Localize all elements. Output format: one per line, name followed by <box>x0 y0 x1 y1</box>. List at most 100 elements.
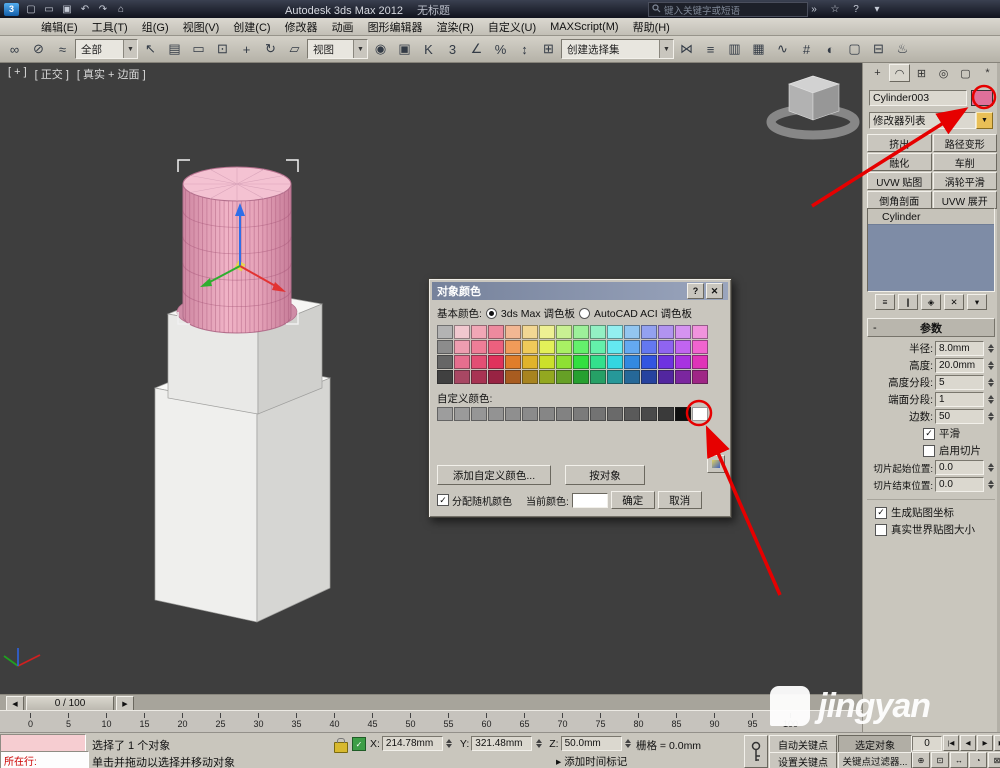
palette-swatch-12[interactable] <box>641 325 657 339</box>
save-file-icon[interactable]: ▣ <box>59 2 75 16</box>
pan-icon[interactable]: ↔ <box>950 752 968 768</box>
reference-coordinate-dropdown-arrow-icon[interactable]: ▼ <box>353 40 367 58</box>
pin-stack-icon[interactable]: ≡ <box>875 294 895 310</box>
modifier-button-6[interactable]: 倒角剖面 <box>867 191 932 209</box>
select-and-scale-icon[interactable]: ▱ <box>283 38 306 60</box>
custom-color-swatch-3[interactable] <box>488 407 504 421</box>
palette-swatch-62[interactable] <box>675 370 691 384</box>
custom-color-swatch-2[interactable] <box>471 407 487 421</box>
absolute-mode-icon[interactable]: ✓ <box>352 737 366 751</box>
make-unique-icon[interactable]: ◈ <box>921 294 941 310</box>
palette-swatch-8[interactable] <box>573 325 589 339</box>
custom-color-swatch-0[interactable] <box>437 407 453 421</box>
palette-swatch-52[interactable] <box>505 370 521 384</box>
custom-color-swatch-9[interactable] <box>590 407 606 421</box>
palette-swatch-54[interactable] <box>539 370 555 384</box>
palette-swatch-15[interactable] <box>692 325 708 339</box>
object-color-swatch[interactable] <box>971 90 993 106</box>
tab-hierarchy[interactable]: ⊞ <box>911 64 932 82</box>
palette-swatch-27[interactable] <box>624 340 640 354</box>
by-object-button[interactable]: 按对象 <box>565 465 645 485</box>
modifier-button-7[interactable]: UVW 展开 <box>933 191 998 209</box>
palette-swatch-6[interactable] <box>539 325 555 339</box>
communication-center-icon[interactable]: ☆ <box>827 2 843 16</box>
sides-field[interactable]: 50 <box>935 409 984 424</box>
height-field[interactable]: 20.0mm <box>935 358 984 373</box>
select-by-name-icon[interactable]: ▤ <box>163 38 186 60</box>
tab-create[interactable]: + <box>867 64 888 82</box>
auto-key-button[interactable]: 自动关键点 <box>769 735 837 753</box>
app-menu-icon[interactable]: 3 <box>4 3 19 16</box>
modifier-button-4[interactable]: UVW 贴图 <box>867 172 932 190</box>
y-coordinate-field[interactable]: 321.48mm <box>471 736 532 751</box>
palette-swatch-59[interactable] <box>624 370 640 384</box>
palette-swatch-18[interactable] <box>471 340 487 354</box>
dialog-help-button[interactable]: ? <box>687 283 704 299</box>
menu-item-5[interactable]: 修改器 <box>278 18 325 36</box>
generate-mapping-coords-checkbox[interactable] <box>875 507 887 519</box>
menu-item-10[interactable]: MAXScript(M) <box>543 20 625 34</box>
palette-swatch-46[interactable] <box>675 355 691 369</box>
palette-swatch-5[interactable] <box>522 325 538 339</box>
select-object-icon[interactable]: ↖ <box>139 38 162 60</box>
palette-swatch-63[interactable] <box>692 370 708 384</box>
custom-color-swatch-11[interactable] <box>624 407 640 421</box>
cap-segments-field[interactable]: 1 <box>935 392 984 407</box>
select-and-rotate-icon[interactable]: ↻ <box>259 38 282 60</box>
add-time-tag[interactable]: ▸添加时间标记 <box>556 754 627 768</box>
palette-swatch-28[interactable] <box>641 340 657 354</box>
viewport-general-menu[interactable]: [ + ] <box>8 66 27 82</box>
palette-swatch-48[interactable] <box>437 370 453 384</box>
palette-swatch-4[interactable] <box>505 325 521 339</box>
dialog-close-button[interactable]: ✕ <box>706 283 723 299</box>
custom-color-swatch-13[interactable] <box>658 407 674 421</box>
custom-color-swatch-14[interactable] <box>675 407 691 421</box>
schematic-view-icon[interactable]: # <box>795 38 818 60</box>
modifier-list-dropdown[interactable]: 修改器列表 <box>869 112 976 129</box>
palette-swatch-21[interactable] <box>522 340 538 354</box>
modifier-list-arrow-icon[interactable]: ▼ <box>976 112 993 129</box>
set-key-button[interactable] <box>744 735 768 768</box>
menu-item-11[interactable]: 帮助(H) <box>626 18 677 36</box>
palette-swatch-42[interactable] <box>607 355 623 369</box>
modifier-button-0[interactable]: 挤出 <box>867 134 932 152</box>
stack-item-cylinder[interactable]: Cylinder <box>868 209 994 225</box>
reference-coordinate-dropdown[interactable]: 视图▼ <box>307 39 368 59</box>
palette-swatch-20[interactable] <box>505 340 521 354</box>
menu-item-8[interactable]: 渲染(R) <box>430 18 481 36</box>
dialog-title-bar[interactable]: 对象颜色 ? ✕ <box>432 282 728 300</box>
palette-swatch-49[interactable] <box>454 370 470 384</box>
unlink-selection-icon[interactable]: ⊘ <box>27 38 50 60</box>
z-spinner[interactable] <box>624 736 633 751</box>
palette-swatch-13[interactable] <box>658 325 674 339</box>
workspace-icon[interactable]: ▾ <box>869 2 885 16</box>
palette-swatch-26[interactable] <box>607 340 623 354</box>
spinner[interactable] <box>986 460 995 475</box>
graphite-modeling-tools-icon[interactable]: ▦ <box>747 38 770 60</box>
menu-item-6[interactable]: 动画 <box>325 18 361 36</box>
slice-to-field[interactable]: 0.0 <box>935 477 984 492</box>
custom-color-swatch-12[interactable] <box>641 407 657 421</box>
modifier-button-2[interactable]: 融化 <box>867 153 932 171</box>
new-scene-icon[interactable]: ▢ <box>23 2 39 16</box>
modifier-button-1[interactable]: 路径变形 <box>933 134 998 152</box>
palette-swatch-38[interactable] <box>539 355 555 369</box>
angle-snap-toggle-icon[interactable]: ∠ <box>465 38 488 60</box>
spinner-snap-toggle-icon[interactable]: ↕ <box>513 38 536 60</box>
palette-swatch-51[interactable] <box>488 370 504 384</box>
edit-named-selection-sets-icon[interactable]: ⊞ <box>537 38 560 60</box>
search-input[interactable]: 键入关键字或短语 <box>648 2 808 17</box>
menu-item-7[interactable]: 图形编辑器 <box>361 18 430 36</box>
palette-swatch-3[interactable] <box>488 325 504 339</box>
palette-swatch-47[interactable] <box>692 355 708 369</box>
palette-swatch-50[interactable] <box>471 370 487 384</box>
align-icon[interactable]: ≡ <box>699 38 722 60</box>
palette-swatch-40[interactable] <box>573 355 589 369</box>
viewport-shading-menu[interactable]: [ 真实 + 边面 ] <box>77 66 146 82</box>
tab-motion[interactable]: ◎ <box>933 64 954 82</box>
custom-color-swatch-6[interactable] <box>539 407 555 421</box>
palette-swatch-29[interactable] <box>658 340 674 354</box>
spinner[interactable] <box>986 358 995 373</box>
palette-swatch-35[interactable] <box>488 355 504 369</box>
palette-swatch-30[interactable] <box>675 340 691 354</box>
